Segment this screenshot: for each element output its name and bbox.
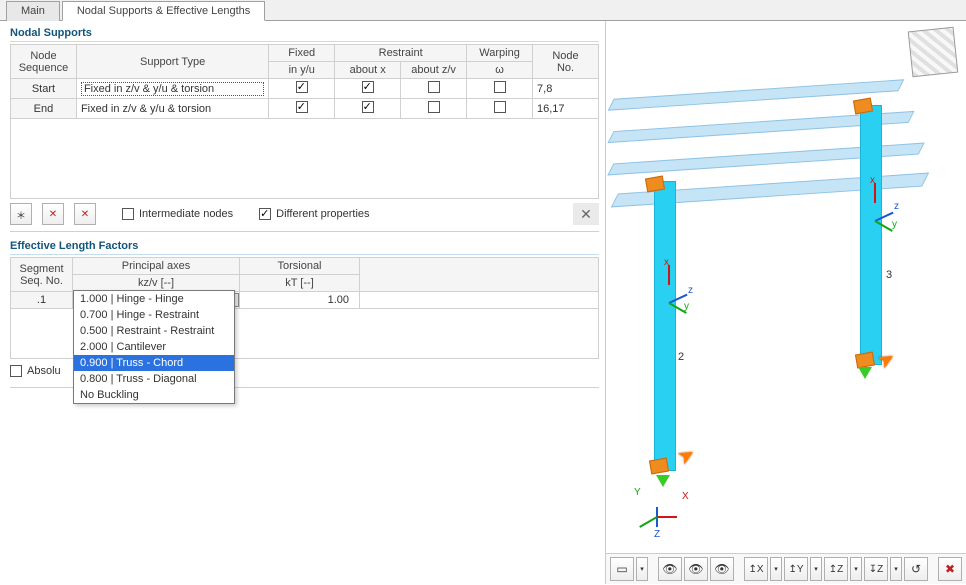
col-elf-spacer [360, 258, 599, 292]
nav-cube[interactable] [908, 27, 959, 78]
tab-nodal-supports[interactable]: Nodal Supports & Effective Lengths [62, 1, 265, 21]
col-restraint-zv: about z/v [401, 62, 467, 79]
section-title-nodal: Nodal Supports [10, 27, 599, 42]
member-label: 2 [678, 351, 684, 363]
col-fixed: Fixed [269, 45, 335, 62]
seq-cell: End [11, 99, 77, 119]
tb-view-x-dd[interactable]: ▾ [770, 557, 782, 581]
intermediate-nodes-checkbox[interactable]: Intermediate nodes [122, 208, 233, 220]
col-node-sequence: NodeSequence [11, 45, 77, 79]
intermediate-nodes-label: Intermediate nodes [139, 208, 233, 220]
tb-screen-dd[interactable]: ▾ [636, 557, 648, 581]
kt-cell[interactable]: 1.00 [240, 292, 360, 309]
tb-view-z-dd[interactable]: ▾ [850, 557, 862, 581]
kzv-option[interactable]: No Buckling [74, 387, 234, 403]
kzv-option[interactable]: 0.800 | Truss - Diagonal [74, 371, 234, 387]
tb-view-z2-icon[interactable]: ↧Z [864, 557, 888, 581]
viewport-toolbar: ▭ ▾ 👁 👁 👁 ↥X ▾ ↥Y ▾ ↥Z ▾ ↧Z ▾ ↺ ✖ [606, 553, 966, 584]
nodal-row[interactable]: EndFixed in z/v & y/u & torsion 16,17 [11, 99, 599, 119]
rest-x-cell[interactable] [335, 79, 401, 99]
absolute-lengths-label: Absolu [27, 365, 61, 377]
col-support-type: Support Type [76, 45, 268, 79]
different-properties-checkbox[interactable]: Different properties [259, 208, 369, 220]
delete-row-button[interactable]: ✕ [42, 203, 64, 225]
col-warping-omega: ω [467, 62, 533, 79]
kzv-option[interactable]: 0.700 | Hinge - Restraint [74, 307, 234, 323]
col-principal: Principal axes [73, 258, 240, 275]
3d-viewport[interactable]: ➤ ➤ x z y x z y 2 3 [606, 21, 966, 553]
col-restraint-x: about x [335, 62, 401, 79]
col-kzv: kz/v [--] [73, 275, 240, 292]
kzv-option[interactable]: 0.900 | Truss - Chord [74, 355, 234, 371]
absolute-lengths-checkbox[interactable]: Absolu [10, 365, 61, 377]
kzv-option[interactable]: 2.000 | Cantilever [74, 339, 234, 355]
col-torsional: Torsional [240, 258, 360, 275]
tb-view-y-icon[interactable]: ↥Y [784, 557, 808, 581]
warp-cell[interactable] [467, 99, 533, 119]
node-no-cell[interactable]: 7,8 [533, 79, 599, 99]
rest-x-cell[interactable] [335, 99, 401, 119]
section-title-elf: Effective Length Factors [10, 240, 599, 255]
tb-view-x-icon[interactable]: ↥X [744, 557, 768, 581]
col-warping: Warping [467, 45, 533, 62]
tb-view-z-icon[interactable]: ↥Z [824, 557, 848, 581]
pointer-arrow-icon: ➤ [873, 344, 900, 374]
nodal-grid-empty-area[interactable] [10, 119, 599, 199]
col-node-no: NodeNo. [533, 45, 599, 79]
type-cell[interactable]: Fixed in z/v & y/u & torsion [76, 99, 268, 119]
node-no-cell[interactable]: 16,17 [533, 99, 599, 119]
col-restraint: Restraint [335, 45, 467, 62]
delete-all-button[interactable]: ✕ [74, 203, 96, 225]
different-properties-label: Different properties [276, 208, 369, 220]
col-kt: kT [--] [240, 275, 360, 292]
rest-zv-cell[interactable] [401, 79, 467, 99]
tb-view-z2-dd[interactable]: ▾ [890, 557, 902, 581]
fixed-yu-cell[interactable] [269, 79, 335, 99]
kzv-dropdown-list[interactable]: 1.000 | Hinge - Hinge0.700 | Hinge - Res… [73, 290, 235, 404]
col-fixed-yu: in y/u [269, 62, 335, 79]
nodal-row[interactable]: StartFixed in z/v & y/u & torsion 7,8 [11, 79, 599, 99]
tab-main[interactable]: Main [6, 1, 60, 21]
add-node-button[interactable]: ＊ [10, 203, 32, 225]
tb-eye-all-icon[interactable]: 👁 [710, 557, 734, 581]
pointer-arrow-icon: ➤ [673, 440, 700, 470]
close-panel-button[interactable]: ✕ [573, 203, 599, 225]
rest-zv-cell[interactable] [401, 99, 467, 119]
fixed-yu-cell[interactable] [269, 99, 335, 119]
elf-seq-cell: .1 [11, 292, 73, 309]
tb-flip-icon[interactable]: ↺ [904, 557, 928, 581]
type-cell[interactable]: Fixed in z/v & y/u & torsion [76, 79, 268, 99]
tb-eye-icon[interactable]: 👁 [658, 557, 682, 581]
lower-blank-area [10, 387, 599, 578]
col-segment-seq: SegmentSeq. No. [11, 258, 73, 292]
tb-view-y-dd[interactable]: ▾ [810, 557, 822, 581]
tb-reset-icon[interactable]: ✖ [938, 557, 962, 581]
kzv-option[interactable]: 1.000 | Hinge - Hinge [74, 291, 234, 307]
seq-cell: Start [11, 79, 77, 99]
tb-eye-sel-icon[interactable]: 👁 [684, 557, 708, 581]
member-label: 3 [886, 269, 892, 281]
tb-screen-icon[interactable]: ▭ [610, 557, 634, 581]
warp-cell[interactable] [467, 79, 533, 99]
kzv-option[interactable]: 0.500 | Restraint - Restraint [74, 323, 234, 339]
nodal-supports-table: NodeSequence Support Type Fixed Restrain… [10, 44, 599, 119]
